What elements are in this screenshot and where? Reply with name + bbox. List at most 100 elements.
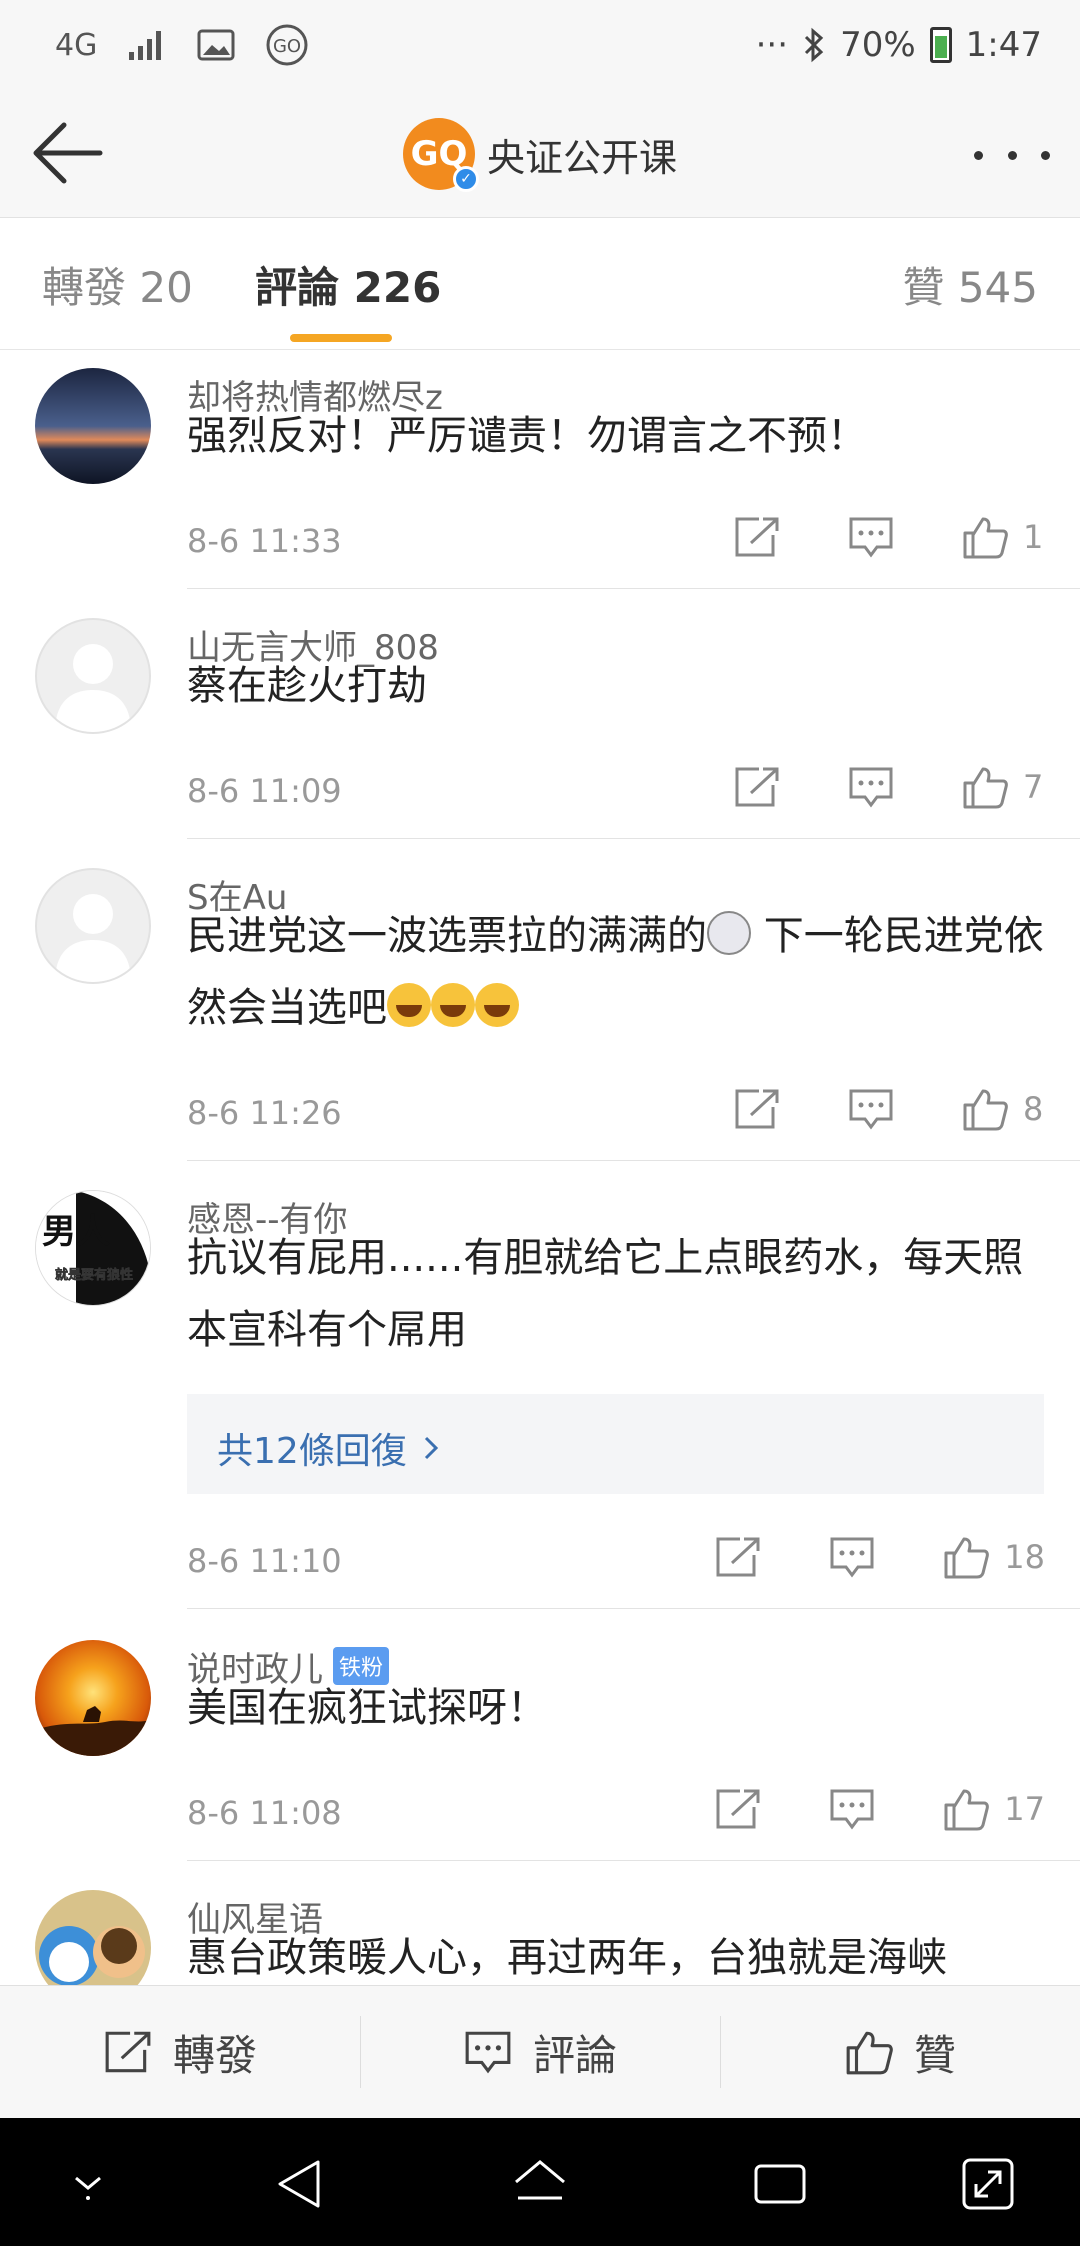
laugh-emoji-icon	[387, 983, 431, 1027]
comment-text: 美国在疯狂试探呀！	[187, 1685, 547, 1731]
avatar[interactable]	[35, 1640, 151, 1756]
repost-icon[interactable]	[733, 1087, 781, 1131]
comment-time: 8-6 11:08	[187, 1794, 342, 1832]
reply-summary[interactable]: 共12條回復	[187, 1394, 1044, 1494]
like-button[interactable]: 7	[961, 765, 1045, 809]
comment-actions: 17	[714, 1787, 1045, 1831]
comment-item: 却将热情都燃尽z 强烈反对！严厉谴责！勿谓言之不预！ 8-6 11:33 1	[0, 350, 1080, 600]
comment-text-part: 民进党这一波选票拉的满满的	[187, 913, 707, 959]
comment-item: 山无言大师_808 蔡在趁火打劫 8-6 11:09 7	[0, 600, 1080, 850]
comment-text: 蔡在趁火打劫	[187, 663, 427, 709]
tab-repost[interactable]: 轉發 20	[42, 254, 193, 315]
signal-icon	[129, 31, 162, 60]
comment-icon	[465, 2031, 511, 2074]
repost-icon[interactable]	[733, 515, 781, 559]
comment-item: 男人 就是要有狼性 感恩--有你 抗议有屁用......有胆就给它上点眼药水，每…	[0, 1172, 1080, 1622]
repost-icon[interactable]	[714, 1535, 762, 1579]
avatar[interactable]	[35, 1890, 151, 1985]
clock: 1:47	[965, 25, 1042, 65]
comment-text: 惠台政策暖人心，再过两年，台独就是海峡	[187, 1935, 947, 1981]
back-nav-icon[interactable]	[270, 2154, 330, 2214]
expand-nav-icon[interactable]	[958, 2154, 1018, 2214]
recents-nav-icon[interactable]	[750, 2154, 810, 2214]
comment-icon[interactable]	[847, 1087, 895, 1131]
divider	[187, 838, 1080, 839]
repost-icon	[105, 2031, 151, 2073]
comment-text: 强烈反对！严厉谴责！勿谓言之不预！	[187, 413, 867, 459]
verified-icon: ✓	[452, 166, 479, 192]
like-count: 1	[1023, 518, 1044, 556]
thumbs-up-icon	[846, 2031, 893, 2075]
comment-actions: 1	[733, 515, 1045, 559]
like-count: 17	[1004, 1790, 1045, 1828]
repost-icon[interactable]	[714, 1787, 762, 1831]
comment-icon[interactable]	[828, 1535, 876, 1579]
bottom-action-bar: 轉發 評論 贊	[0, 1985, 1080, 2118]
status-more: ···	[755, 25, 789, 65]
repost-icon[interactable]	[733, 765, 781, 809]
bluetooth-icon	[805, 27, 824, 63]
divider	[187, 1160, 1080, 1161]
comment-item: S在Au 民进党这一波选票拉的满满的 下一轮民进党依然会当选吧 8-6 11:2…	[0, 850, 1080, 1172]
comment-time: 8-6 11:10	[187, 1542, 342, 1580]
comment-item: 仙风星语 惠台政策暖人心，再过两年，台独就是海峡	[0, 1872, 1080, 1985]
like-button[interactable]: 8	[961, 1087, 1045, 1131]
comment-list[interactable]: 却将热情都燃尽z 强烈反对！严厉谴责！勿谓言之不预！ 8-6 11:33 1 山…	[0, 350, 1080, 1985]
like-count: 18	[1004, 1538, 1045, 1576]
comment-item: 说时政儿 铁粉 美国在疯狂试探呀！ 8-6 11:08 17	[0, 1622, 1080, 1872]
thumbs-up-icon	[963, 517, 1008, 559]
laugh-emoji-icon	[431, 983, 475, 1027]
repost-button[interactable]: 轉發	[0, 1986, 360, 2118]
thumbs-up-icon	[944, 1537, 990, 1579]
status-bar: 4G GO ··· 70% 1:47	[0, 0, 1080, 90]
comment-button[interactable]: 評論	[360, 1986, 720, 2118]
status-right: ··· 70% 1:47	[756, 20, 1042, 70]
chevron-right-icon	[424, 1436, 438, 1460]
thumbs-up-icon	[963, 1089, 1008, 1131]
laugh-emoji-icon	[475, 983, 519, 1027]
comment-time: 8-6 11:26	[187, 1094, 342, 1132]
image-icon	[197, 29, 235, 61]
comment-actions: 8	[733, 1087, 1045, 1131]
like-button[interactable]: 17	[942, 1787, 1045, 1831]
reply-link[interactable]: 共12條回復	[217, 1422, 439, 1474]
like-button[interactable]: 18	[942, 1535, 1045, 1579]
comment-actions: 18	[714, 1535, 1045, 1579]
thumbs-up-icon	[944, 1789, 990, 1831]
like-count: 7	[1023, 768, 1044, 806]
avatar[interactable]	[35, 868, 151, 984]
like-button[interactable]: 1	[961, 515, 1045, 559]
panda-emoji-icon	[707, 911, 751, 955]
battery-icon	[929, 27, 952, 63]
account-name[interactable]: 央证公开课	[487, 127, 677, 182]
comment-icon[interactable]	[828, 1787, 876, 1831]
avatar[interactable]	[35, 618, 151, 734]
account-logo[interactable]: GQ ✓	[402, 118, 479, 192]
svg-text:GO: GO	[273, 36, 301, 57]
hide-nav-icon[interactable]	[58, 2154, 118, 2214]
more-dots-icon[interactable]	[974, 130, 1050, 180]
avatar-text: 男人	[42, 1212, 110, 1252]
home-nav-icon[interactable]	[510, 2154, 570, 2214]
comment-text: 抗议有屁用......有胆就给它上点眼药水，每天照本宣科有个屌用	[187, 1235, 1024, 1353]
battery-percent: 70%	[840, 25, 916, 65]
comment-label: 評論	[532, 2030, 617, 2080]
comment-icon[interactable]	[847, 515, 895, 559]
divider	[187, 1860, 1080, 1861]
reply-count: 共12條回復	[217, 1431, 407, 1472]
thumbs-up-icon	[963, 767, 1008, 809]
avatar-text: 就是要有狼性	[55, 1267, 133, 1283]
tab-comment[interactable]: 評論 226	[255, 254, 441, 315]
comment-icon[interactable]	[847, 765, 895, 809]
network-type: 4G	[55, 27, 98, 63]
avatar[interactable]	[35, 368, 151, 484]
like-post-button[interactable]: 贊	[720, 1986, 1080, 2118]
comment-time: 8-6 11:33	[187, 522, 342, 560]
nav-title[interactable]: GQ ✓ 央证公开课	[0, 118, 1080, 192]
divider	[187, 588, 1080, 589]
tab-indicator	[290, 334, 392, 342]
comment-time: 8-6 11:09	[187, 772, 342, 810]
avatar[interactable]: 男人 就是要有狼性	[35, 1190, 151, 1306]
divider	[187, 1608, 1080, 1609]
tab-like[interactable]: 贊 545	[902, 254, 1038, 315]
